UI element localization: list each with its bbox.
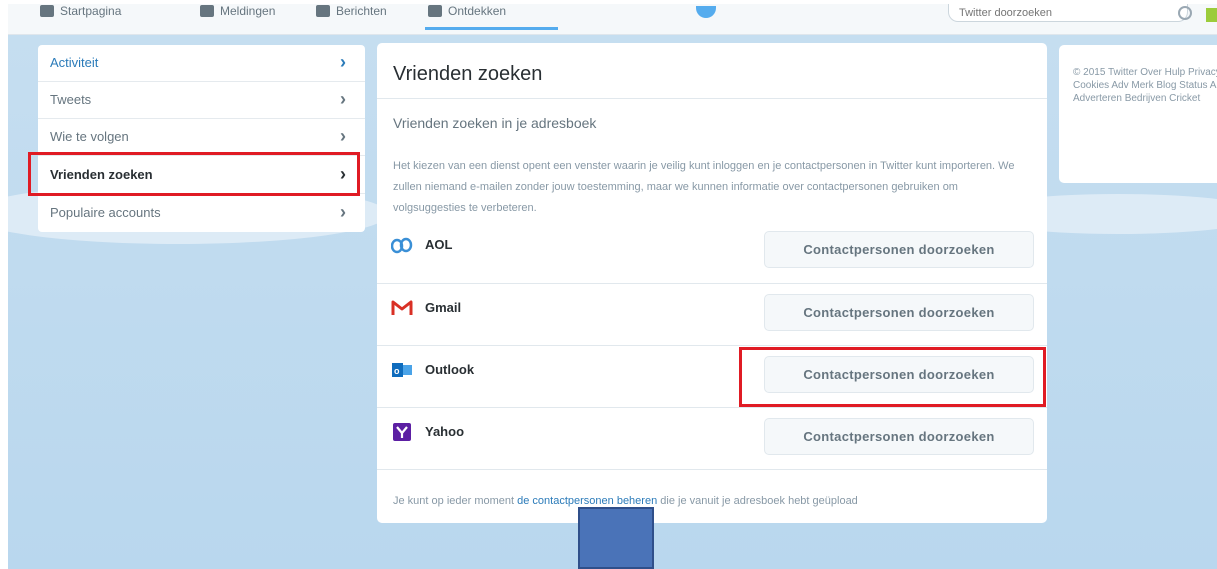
sidebar-item-activity[interactable]: Activiteit › — [38, 45, 365, 82]
nav-discover-label: Ontdekken — [448, 4, 507, 18]
chevron-right-icon: › — [340, 89, 346, 109]
bell-icon — [200, 5, 214, 17]
svg-text:o: o — [394, 366, 400, 376]
footnote-text: die je vanuit je adresboek hebt geüpload — [660, 495, 858, 507]
message-icon — [316, 5, 330, 17]
compose-tweet-button[interactable] — [1206, 8, 1217, 22]
nav-discover[interactable]: Ontdekken — [428, 4, 506, 18]
sidebar-item-label: Tweets — [50, 92, 92, 107]
sidebar-item-who-to-follow[interactable]: Wie te volgen › — [38, 119, 365, 156]
gmail-icon — [391, 300, 413, 315]
footer-panel: © 2015 Twitter Over Hulp Privacy Cookies… — [1059, 45, 1217, 183]
outlook-icon: o — [392, 363, 412, 377]
nav-home-label: Startpagina — [60, 4, 122, 18]
page-title: Vrienden zoeken — [393, 63, 543, 85]
find-friends-panel: Vrienden zoeken Vrienden zoeken in je ad… — [377, 43, 1047, 523]
manage-contacts-note: Je kunt op ieder moment de contactperson… — [393, 495, 858, 507]
service-name: AOL — [425, 237, 453, 252]
arrow-shape — [578, 507, 654, 569]
sidebar-item-popular-accounts[interactable]: Populaire accounts › — [38, 195, 365, 232]
highlight-find-friends — [28, 152, 360, 196]
service-row-gmail: Gmail Contactpersonen doorzoeken — [377, 283, 1047, 346]
sidebar-item-label: Wie te volgen — [50, 129, 129, 144]
service-name: Gmail — [425, 300, 462, 315]
hashtag-icon — [428, 5, 442, 17]
nav-home[interactable]: Startpagina — [40, 4, 121, 18]
section-title: Vrienden zoeken in je adresboek — [393, 115, 597, 131]
nav-messages[interactable]: Berichten — [316, 4, 387, 18]
sidebar-item-label: Activiteit — [50, 55, 99, 70]
footer-links[interactable]: © 2015 Twitter Over Hulp Privacy Cookies… — [1073, 66, 1217, 105]
nav-active-indicator — [425, 27, 558, 30]
top-navigation: Startpagina Meldingen Berichten Ontdekke… — [8, 4, 1217, 35]
service-name: Outlook — [425, 362, 475, 377]
description-text: Het kiezen van een dienst opent een vens… — [393, 160, 1015, 214]
divider — [377, 469, 1047, 471]
aol-icon — [391, 237, 413, 254]
nav-notifications[interactable]: Meldingen — [200, 4, 275, 18]
chevron-right-icon: › — [340, 202, 346, 222]
footnote-text: Je kunt op ieder moment — [393, 495, 515, 507]
search-contacts-gmail-button[interactable]: Contactpersonen doorzoeken — [764, 294, 1034, 331]
home-icon — [40, 5, 54, 17]
chevron-right-icon: › — [340, 126, 346, 146]
nav-notifications-label: Meldingen — [220, 4, 276, 18]
yahoo-icon — [393, 423, 411, 441]
divider — [377, 98, 1047, 99]
highlight-outlook-button — [739, 347, 1046, 407]
search-input[interactable] — [948, 4, 1188, 22]
sidebar-item-label: Populaire accounts — [50, 205, 161, 220]
search-contacts-yahoo-button[interactable]: Contactpersonen doorzoeken — [764, 418, 1034, 455]
search-contacts-aol-button[interactable]: Contactpersonen doorzoeken — [764, 231, 1034, 268]
search-icon[interactable] — [1178, 6, 1192, 20]
service-row-yahoo: Yahoo Contactpersonen doorzoeken — [377, 407, 1047, 470]
twitter-bird-icon[interactable] — [696, 6, 716, 18]
service-name: Yahoo — [425, 424, 465, 439]
browser-viewport: Startpagina Meldingen Berichten Ontdekke… — [8, 4, 1217, 569]
chevron-right-icon: › — [340, 52, 346, 72]
manage-contacts-link[interactable]: de contactpersonen beheren — [517, 495, 657, 507]
sidebar-menu: Activiteit › Tweets › Wie te volgen › Vr… — [38, 45, 365, 232]
service-row-aol: AOL Contactpersonen doorzoeken — [377, 221, 1047, 283]
nav-messages-label: Berichten — [336, 4, 387, 18]
sidebar-item-tweets[interactable]: Tweets › — [38, 82, 365, 119]
